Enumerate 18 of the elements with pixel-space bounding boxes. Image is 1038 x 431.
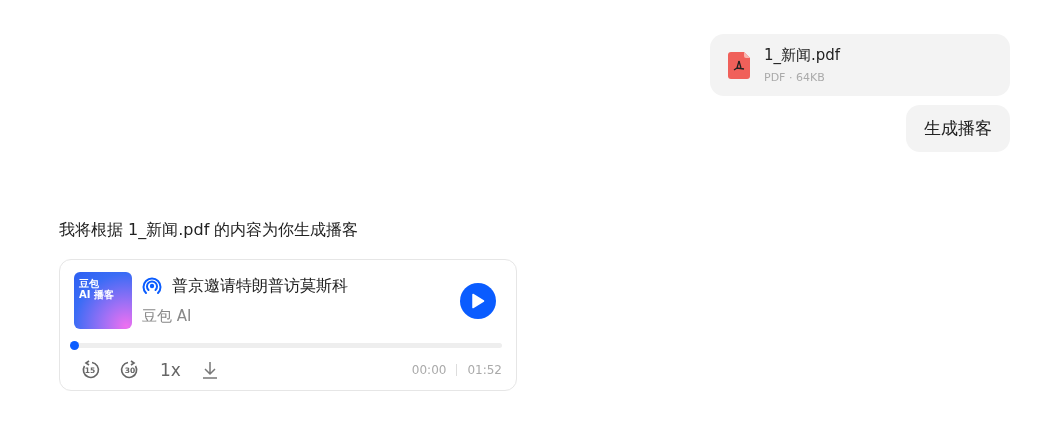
broadcast-icon xyxy=(142,276,162,296)
podcast-author: 豆包 AI xyxy=(142,306,193,326)
current-time: 00:00 xyxy=(411,363,447,377)
progress-handle[interactable] xyxy=(70,341,79,350)
total-time: 01:52 xyxy=(467,363,502,377)
file-meta: PDF · 64KB xyxy=(764,71,826,84)
file-attachment[interactable]: 1_新闻.pdf PDF · 64KB xyxy=(710,34,1010,96)
cover-subtitle: AI 播客 xyxy=(79,289,115,300)
podcast-title: 普京邀请特朗普访莫斯科 xyxy=(172,275,348,297)
user-message: 生成播客 xyxy=(906,105,1010,152)
download-icon[interactable] xyxy=(200,361,219,379)
pdf-icon xyxy=(728,51,750,79)
file-name: 1_新闻.pdf xyxy=(764,46,841,65)
play-button[interactable] xyxy=(460,282,496,319)
play-icon xyxy=(471,292,485,309)
cover-title: 豆包 xyxy=(79,278,99,289)
assistant-message: 我将根据 1_新闻.pdf 的内容为你生成播客 xyxy=(59,220,360,241)
speed-button[interactable]: 1x xyxy=(160,360,181,380)
